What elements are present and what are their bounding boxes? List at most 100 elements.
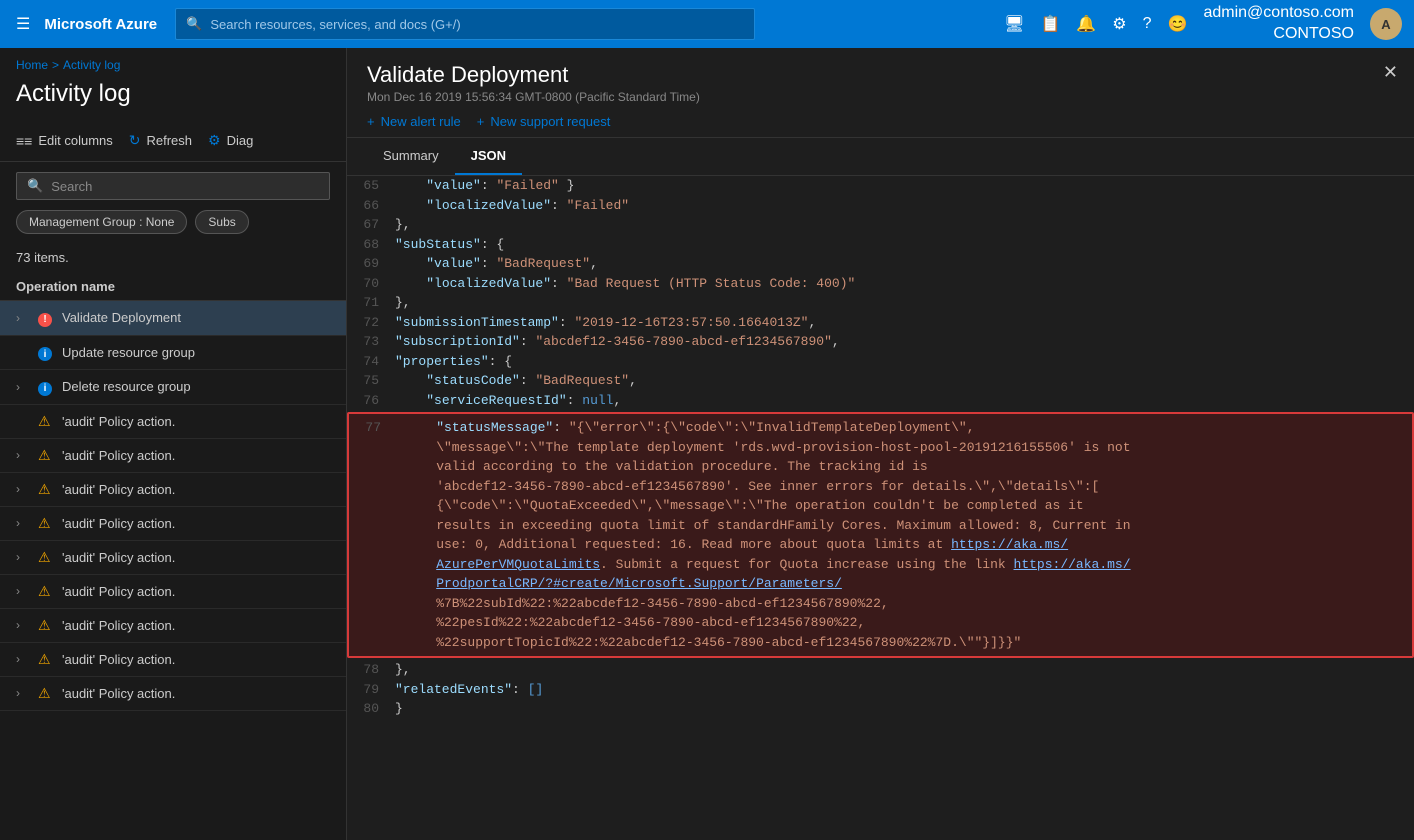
panel-content: 65 "value": "Failed" }66 "localizedValue… (347, 176, 1414, 840)
close-button[interactable]: ✕ (1383, 62, 1398, 83)
search-icon: 🔍 (186, 16, 202, 32)
item-label: 'audit' Policy action. (62, 448, 175, 463)
list-item[interactable]: ›! Validate Deployment (0, 301, 346, 336)
json-line: 78}, (347, 660, 1414, 680)
json-line: 72"submissionTimestamp": "2019-12-16T23:… (347, 313, 1414, 333)
list-item[interactable]: › ⚠ 'audit' Policy action. (0, 643, 346, 677)
item-label: 'audit' Policy action. (62, 618, 175, 633)
user-info: admin@contoso.com CONTOSO (1203, 3, 1354, 45)
tab-summary[interactable]: Summary (367, 138, 455, 175)
expand-icon[interactable]: › (16, 311, 30, 325)
json-line: 75 "statusCode": "BadRequest", (347, 371, 1414, 391)
cloud-shell-icon[interactable]: 🖥 (1004, 14, 1024, 34)
expand-icon[interactable]: › (16, 516, 30, 530)
diag-label: Diag (227, 133, 254, 148)
status-icon: ! (38, 309, 54, 327)
json-line: 65 "value": "Failed" } (347, 176, 1414, 196)
menu-icon[interactable]: ☰ (12, 10, 34, 38)
list-item[interactable]: › ⚠ 'audit' Policy action. (0, 507, 346, 541)
list-item[interactable]: i Update resource group (0, 336, 346, 371)
user-tenant: CONTOSO (1273, 24, 1354, 45)
status-icon: ⚠ (38, 481, 54, 498)
item-label: 'audit' Policy action. (62, 550, 175, 565)
topbar-icons: 🖥 📋 🔔 ⚙ ? 😊 admin@contoso.com CONTOSO A (1004, 3, 1402, 45)
search-input[interactable] (51, 179, 319, 194)
json-line: 73"subscriptionId": "abcdef12-3456-7890-… (347, 332, 1414, 352)
expand-icon[interactable]: › (16, 482, 30, 496)
sidebar-toolbar: ≡≡ Edit columns ↻ Refresh ⚙ Diag (0, 120, 346, 162)
items-count: 73 items. (0, 242, 346, 273)
list-item[interactable]: ›iDelete resource group (0, 370, 346, 405)
item-label: 'audit' Policy action. (62, 686, 175, 701)
avatar[interactable]: A (1370, 8, 1402, 40)
expand-icon[interactable]: › (16, 380, 30, 394)
expand-icon[interactable]: › (16, 618, 30, 632)
list-item[interactable]: ›⚠'audit' Policy action. (0, 677, 346, 711)
diag-button[interactable]: ⚙ Diag (208, 128, 253, 153)
status-icon: i (38, 344, 54, 362)
expand-icon[interactable]: › (16, 448, 30, 462)
sidebar: Home > Activity log Activity log ≡≡ Edit… (0, 48, 347, 840)
search-box[interactable]: 🔍 (16, 172, 330, 200)
list-item[interactable]: ›⚠'audit' Policy action. (0, 575, 346, 609)
edit-columns-button[interactable]: ≡≡ Edit columns (16, 129, 113, 153)
sidebar-filters: Management Group : None Subs (0, 210, 346, 242)
item-label: Validate Deployment (62, 310, 181, 325)
json-line: 67}, (347, 215, 1414, 235)
expand-icon[interactable]: › (16, 652, 30, 666)
settings-icon[interactable]: ⚙ (1112, 14, 1126, 34)
status-icon: i (38, 378, 54, 396)
item-label: 'audit' Policy action. (62, 516, 175, 531)
item-label: 'audit' Policy action. (62, 482, 175, 497)
column-header: Operation name (0, 273, 346, 301)
status-icon: ⚠ (38, 583, 54, 600)
user-email: admin@contoso.com (1203, 3, 1354, 24)
status-icon: ⚠ (38, 447, 54, 464)
status-icon: ⚠ (38, 413, 54, 430)
activity-list: ›! Validate Deployment i Update resource gr… (0, 301, 346, 840)
new-alert-rule-button[interactable]: + New alert rule (367, 114, 461, 129)
notifications-icon[interactable]: 🔔 (1076, 14, 1096, 34)
page-title: Activity log (0, 76, 346, 120)
list-item[interactable]: ›⚠'audit' Policy action. (0, 609, 346, 643)
expand-icon[interactable]: › (16, 584, 30, 598)
item-label: 'audit' Policy action. (62, 414, 175, 429)
feedback-icon[interactable]: 📋 (1040, 14, 1060, 34)
sidebar-search: 🔍 (0, 162, 346, 210)
list-item[interactable]: › ⚠ 'audit' Policy action. (0, 473, 346, 507)
search-icon: 🔍 (27, 178, 43, 194)
right-panel: ✕ Validate Deployment Mon Dec 16 2019 15… (347, 48, 1414, 840)
new-support-request-button[interactable]: + New support request (477, 114, 611, 129)
expand-icon[interactable]: › (16, 686, 30, 700)
expand-icon[interactable]: › (16, 550, 30, 564)
refresh-button[interactable]: ↻ Refresh (129, 128, 192, 153)
management-group-filter[interactable]: Management Group : None (16, 210, 187, 234)
list-item[interactable]: › ⚠ 'audit' Policy action. (0, 439, 346, 473)
status-icon: ⚠ (38, 549, 54, 566)
global-search-box[interactable]: 🔍 (175, 8, 755, 40)
json-line: 76 "serviceRequestId": null, (347, 391, 1414, 411)
diag-icon: ⚙ (208, 132, 221, 149)
tab-json[interactable]: JSON (455, 138, 522, 175)
new-alert-rule-label: New alert rule (381, 114, 461, 129)
plus-icon: + (367, 114, 375, 129)
json-line: 79"relatedEvents": [] (347, 680, 1414, 700)
breadcrumb-home[interactable]: Home (16, 58, 48, 72)
status-icon: ⚠ (38, 515, 54, 532)
status-icon: ⚠ (38, 651, 54, 668)
json-line: 69 "value": "BadRequest", (347, 254, 1414, 274)
list-item[interactable]: ⚠ 'audit' Policy action. (0, 405, 346, 439)
breadcrumb-current: Activity log (63, 58, 120, 72)
app-logo: Microsoft Azure (44, 16, 157, 33)
panel-title: Validate Deployment (367, 62, 1394, 88)
list-item[interactable]: › ⚠ 'audit' Policy action. (0, 541, 346, 575)
item-label: Update resource group (62, 345, 195, 360)
global-search-input[interactable] (210, 17, 744, 32)
columns-icon: ≡≡ (16, 133, 32, 149)
json-viewer[interactable]: 65 "value": "Failed" }66 "localizedValue… (347, 176, 1414, 840)
smiley-icon[interactable]: 😊 (1168, 14, 1188, 34)
subscription-filter[interactable]: Subs (195, 210, 248, 234)
topbar: ☰ Microsoft Azure 🔍 🖥 📋 🔔 ⚙ ? 😊 admin@co… (0, 0, 1414, 48)
item-label: 'audit' Policy action. (62, 652, 175, 667)
help-icon[interactable]: ? (1143, 15, 1152, 33)
